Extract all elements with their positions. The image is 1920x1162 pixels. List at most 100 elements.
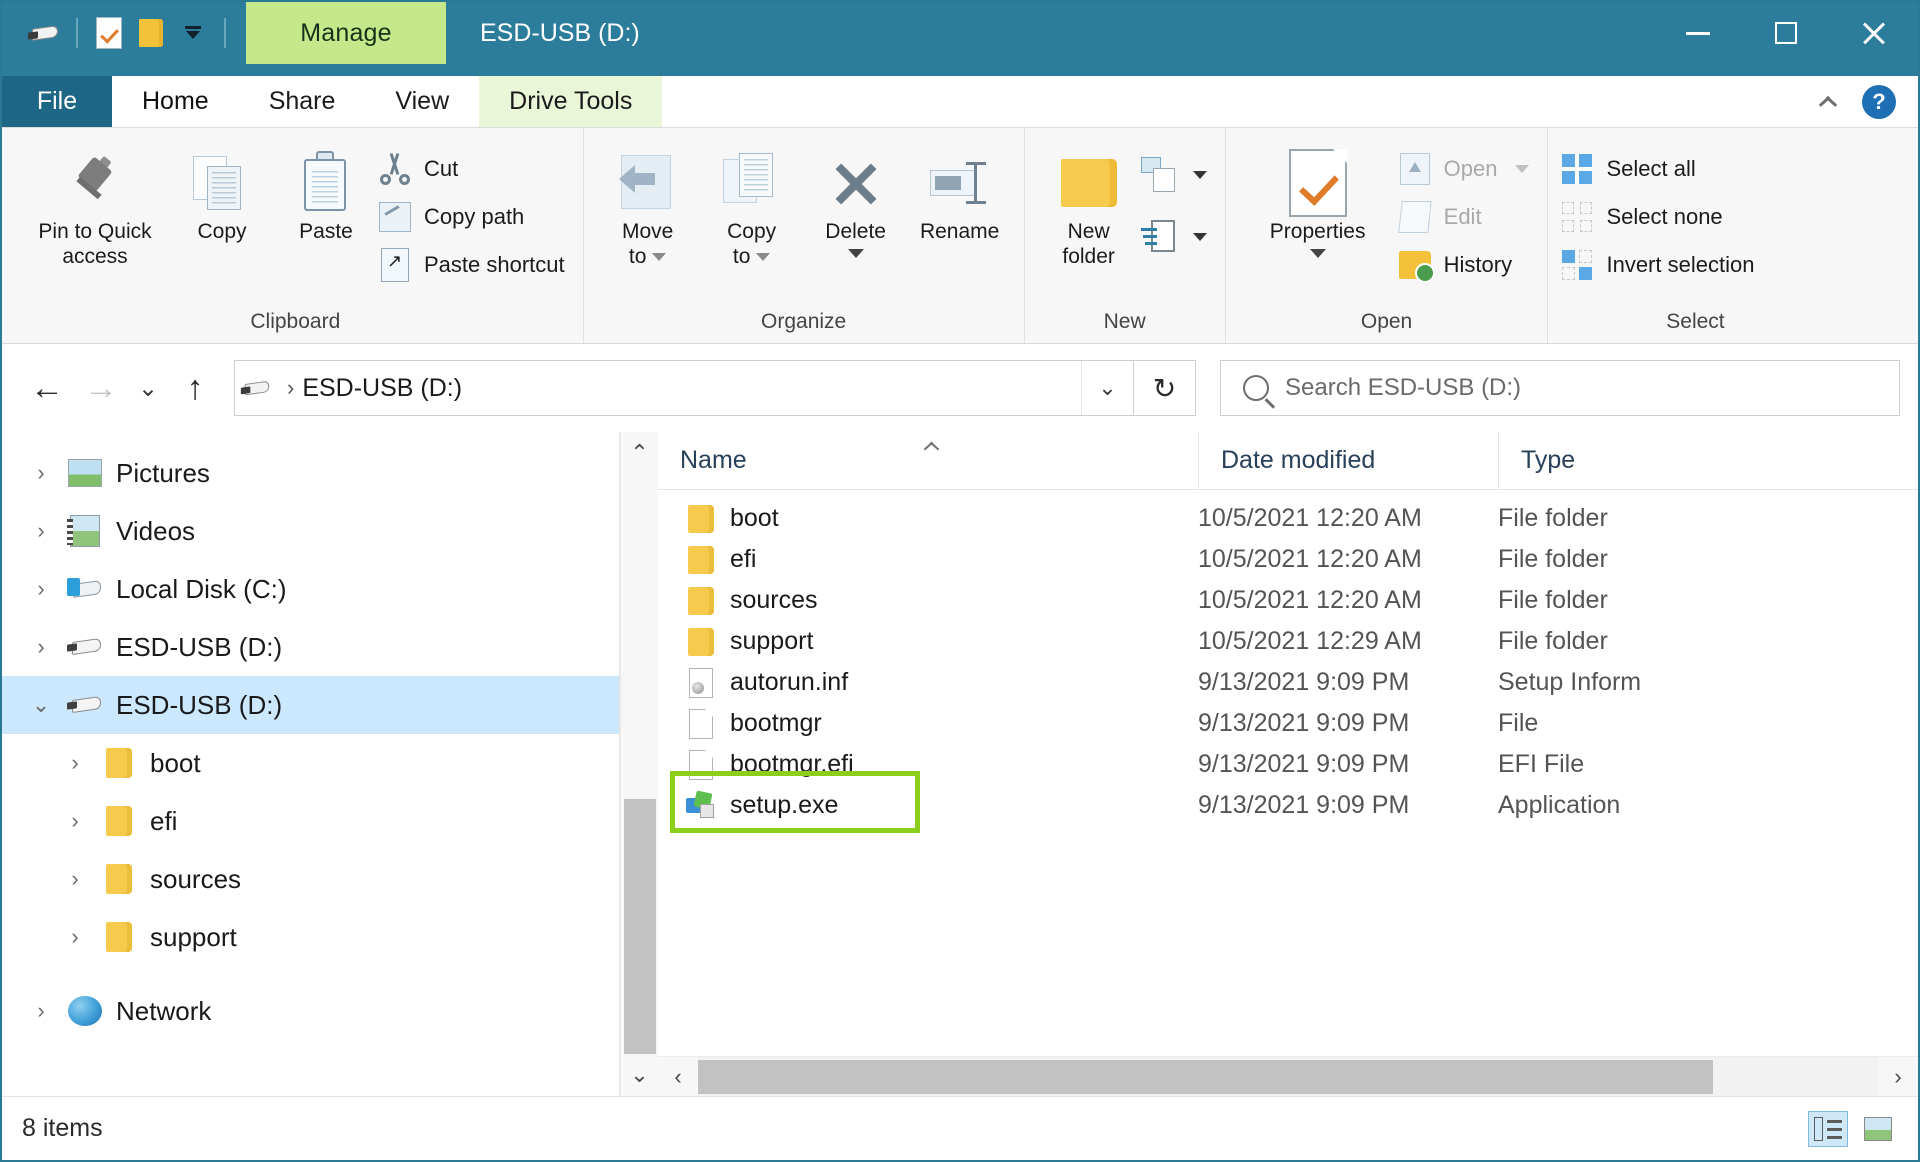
file-list-vertical-scrollbar[interactable]: ⌃ ⌄: [620, 432, 658, 1096]
new-item-button[interactable]: [1141, 156, 1213, 194]
invert-selection-button[interactable]: Invert selection: [1560, 246, 1760, 284]
copy-to-button[interactable]: Copy to: [700, 138, 804, 270]
scroll-down-icon[interactable]: ⌄: [630, 1054, 648, 1096]
select-all-button[interactable]: Select all: [1560, 150, 1760, 188]
tree-item-videos[interactable]: › Videos: [2, 502, 619, 560]
column-header-type[interactable]: Type: [1498, 432, 1918, 489]
table-row[interactable]: efi 10/5/2021 12:20 AM File folder: [658, 539, 1918, 580]
status-bar: 8 items: [2, 1096, 1918, 1160]
edit-button[interactable]: Edit: [1398, 198, 1536, 236]
large-icons-view-button[interactable]: [1858, 1111, 1898, 1147]
move-to-button[interactable]: Move to: [596, 138, 700, 270]
paste-shortcut-button[interactable]: Paste shortcut: [378, 246, 571, 284]
open-label: Open: [1444, 156, 1498, 182]
hscroll-thumb[interactable]: [698, 1060, 1713, 1094]
open-button[interactable]: Open: [1398, 150, 1536, 188]
table-row[interactable]: sources 10/5/2021 12:20 AM File folder: [658, 580, 1918, 621]
chevron-right-icon[interactable]: ›: [20, 626, 62, 668]
easy-access-button[interactable]: [1141, 218, 1213, 256]
usb-drive-icon[interactable]: [24, 10, 66, 56]
back-button[interactable]: ←: [20, 361, 74, 415]
tree-item-network[interactable]: › Network: [2, 982, 619, 1040]
file-date: 10/5/2021 12:20 AM: [1198, 545, 1498, 574]
move-to-caret-icon[interactable]: [652, 253, 666, 261]
column-header-date-modified[interactable]: Date modified: [1198, 432, 1498, 489]
hscroll-track[interactable]: [698, 1057, 1878, 1096]
tree-item-pictures[interactable]: › Pictures: [2, 444, 619, 502]
chevron-right-icon[interactable]: ›: [20, 568, 62, 610]
folder-icon: [680, 546, 722, 574]
chevron-right-icon[interactable]: ›: [54, 916, 96, 958]
search-input[interactable]: Search ESD-USB (D:): [1285, 374, 1521, 402]
easy-access-caret-icon[interactable]: [1193, 233, 1207, 241]
tree-item-esd-usb-d-selected[interactable]: ⌄ ESD-USB (D:): [2, 676, 619, 734]
minimize-button[interactable]: [1654, 2, 1742, 64]
scroll-up-icon[interactable]: ⌃: [630, 432, 648, 474]
properties-caret-icon[interactable]: [1310, 249, 1326, 258]
refresh-button[interactable]: ↻: [1134, 360, 1196, 416]
tree-item-esd-usb-d[interactable]: › ESD-USB (D:): [2, 618, 619, 676]
chevron-right-icon[interactable]: ›: [20, 990, 62, 1032]
vscroll-thumb[interactable]: [624, 799, 656, 1054]
cut-button[interactable]: Cut: [378, 150, 571, 188]
chevron-right-icon[interactable]: ›: [54, 742, 96, 784]
contextual-tab-manage[interactable]: Manage: [246, 2, 446, 64]
paste-button[interactable]: Paste: [274, 138, 378, 245]
vscroll-track[interactable]: [621, 474, 658, 1054]
tree-item-boot[interactable]: › boot: [2, 734, 619, 792]
table-row[interactable]: support 10/5/2021 12:29 AM File folder: [658, 621, 1918, 662]
folder-icon: [96, 922, 142, 952]
table-row[interactable]: boot 10/5/2021 12:20 AM File folder: [658, 498, 1918, 539]
chevron-right-icon[interactable]: ›: [20, 510, 62, 552]
delete-button[interactable]: Delete: [804, 138, 908, 258]
address-input[interactable]: › ESD-USB (D:) ⌄: [234, 360, 1134, 416]
scroll-right-icon[interactable]: ›: [1878, 1064, 1918, 1090]
table-row[interactable]: autorun.inf 9/13/2021 9:09 PM Setup Info…: [658, 662, 1918, 703]
new-folder-button[interactable]: New folder: [1037, 138, 1141, 270]
tree-item-efi[interactable]: › efi: [2, 792, 619, 850]
close-button[interactable]: [1830, 2, 1918, 64]
file-list-horizontal-scrollbar[interactable]: ‹ ›: [658, 1056, 1918, 1096]
details-view-button[interactable]: [1808, 1111, 1848, 1147]
help-icon[interactable]: ?: [1862, 85, 1896, 119]
new-item-caret-icon[interactable]: [1193, 171, 1207, 179]
chevron-right-icon[interactable]: ›: [54, 800, 96, 842]
open-caret-icon[interactable]: [1515, 165, 1529, 173]
column-header-name[interactable]: Name: [658, 432, 1198, 489]
tab-view[interactable]: View: [365, 76, 479, 127]
breadcrumb[interactable]: ESD-USB (D:): [302, 374, 462, 403]
rename-button[interactable]: Rename: [908, 138, 1012, 245]
scroll-left-icon[interactable]: ‹: [658, 1064, 698, 1090]
delete-caret-icon[interactable]: [848, 249, 864, 258]
tree-item-sources[interactable]: › sources: [2, 850, 619, 908]
new-folder-icon[interactable]: [130, 10, 172, 56]
tree-item-support[interactable]: › support: [2, 908, 619, 966]
table-row-setup-exe[interactable]: setup.exe 9/13/2021 9:09 PM Application: [658, 785, 1918, 826]
tab-share[interactable]: Share: [239, 76, 366, 127]
address-dropdown-icon[interactable]: ⌄: [1081, 361, 1133, 415]
select-none-button[interactable]: Select none: [1560, 198, 1760, 236]
tab-drive-tools[interactable]: Drive Tools: [479, 76, 662, 127]
chevron-right-icon[interactable]: ›: [54, 858, 96, 900]
tree-item-local-disk-c[interactable]: › Local Disk (C:): [2, 560, 619, 618]
forward-button[interactable]: →: [74, 361, 128, 415]
chevron-up-icon[interactable]: [1816, 91, 1838, 113]
recent-locations-button[interactable]: ⌄: [128, 361, 168, 415]
pin-to-quick-access-button[interactable]: Pin to Quick access: [20, 138, 170, 270]
search-box[interactable]: Search ESD-USB (D:): [1220, 360, 1900, 416]
chevron-right-icon[interactable]: ›: [20, 452, 62, 494]
tab-file[interactable]: File: [2, 76, 112, 127]
maximize-button[interactable]: [1742, 2, 1830, 64]
tab-home[interactable]: Home: [112, 76, 239, 127]
table-row[interactable]: bootmgr 9/13/2021 9:09 PM File: [658, 703, 1918, 744]
chevron-down-icon[interactable]: ⌄: [20, 684, 62, 726]
copy-button[interactable]: Copy: [170, 138, 274, 245]
properties-icon[interactable]: [88, 10, 130, 56]
table-row[interactable]: bootmgr.efi 9/13/2021 9:09 PM EFI File: [658, 744, 1918, 785]
copy-to-caret-icon[interactable]: [756, 253, 770, 261]
properties-button[interactable]: Properties: [1238, 138, 1398, 258]
up-button[interactable]: ↑: [168, 361, 222, 415]
history-button[interactable]: History: [1398, 246, 1536, 284]
copy-path-button[interactable]: Copy path: [378, 198, 571, 236]
customize-dropdown-icon[interactable]: [172, 10, 214, 56]
